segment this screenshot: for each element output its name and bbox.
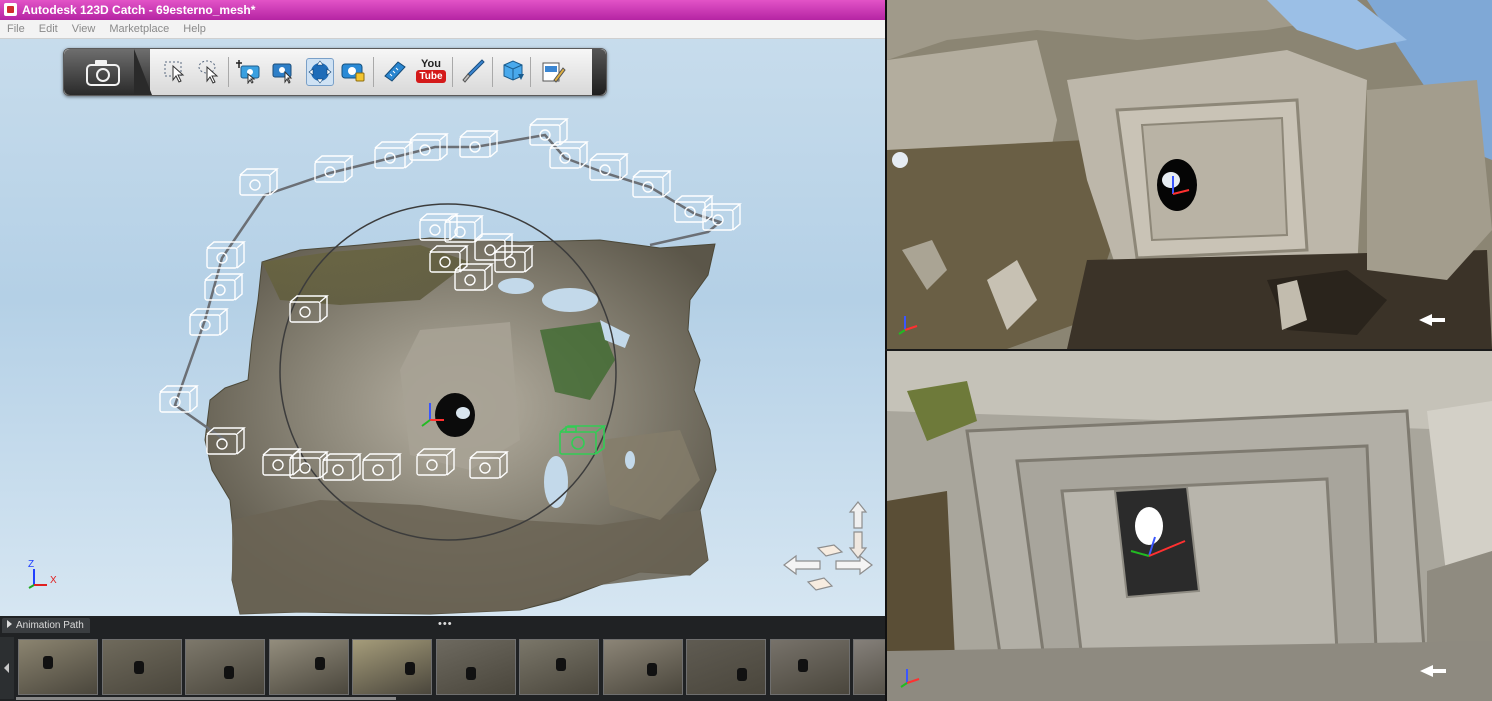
orbit-button[interactable] xyxy=(306,58,334,86)
export-button[interactable] xyxy=(500,58,526,84)
filmstrip-thumbnail[interactable] xyxy=(268,639,349,695)
brush-icon xyxy=(462,59,485,83)
cave-opening xyxy=(1135,507,1163,545)
capture-camera-button[interactable] xyxy=(64,49,152,95)
menu-bar: File Edit View Marketplace Help xyxy=(0,20,885,39)
camera-lock-icon xyxy=(341,63,365,82)
lasso-select-button[interactable] xyxy=(196,58,222,84)
thumbnail-cave xyxy=(43,656,53,669)
cave-render-top xyxy=(887,0,1492,349)
filmstrip xyxy=(16,637,885,699)
filmstrip-thumbnail[interactable] xyxy=(435,639,516,695)
filmstrip-thumbnail[interactable] xyxy=(18,639,98,695)
thumbnail-cave xyxy=(556,658,566,671)
camera-frame[interactable] xyxy=(589,153,629,181)
menu-marketplace[interactable]: Marketplace xyxy=(102,20,176,38)
youtube-icon: You Tube xyxy=(416,58,446,86)
toolbar-separator xyxy=(373,57,374,87)
reference-point-button[interactable] xyxy=(269,58,295,84)
filmstrip-thumbnail[interactable] xyxy=(769,639,850,695)
filmstrip-thumbnail[interactable] xyxy=(686,639,766,695)
document-edit-icon xyxy=(542,62,566,83)
menu-view[interactable]: View xyxy=(65,20,103,38)
camera-frame[interactable] xyxy=(702,203,742,231)
axis-x-label: X xyxy=(50,575,57,586)
select-button[interactable] xyxy=(163,58,189,84)
filmstrip-thumbnail[interactable] xyxy=(185,639,265,695)
toolbar-end-cap xyxy=(592,49,606,95)
nav-forward-arrow[interactable] xyxy=(816,544,844,557)
filmstrip-thumbnail[interactable] xyxy=(352,639,432,695)
select-icon xyxy=(164,61,185,83)
export-icon xyxy=(503,60,524,81)
toolbar-separator xyxy=(228,57,229,87)
3d-viewport[interactable]: Z X You Tube xyxy=(0,39,885,616)
render-view-top xyxy=(887,0,1492,349)
measure-icon xyxy=(384,61,406,82)
thumbnail-cave xyxy=(465,667,476,680)
brush-button[interactable] xyxy=(460,58,486,84)
main-toolbar: You Tube xyxy=(63,48,607,96)
menu-edit[interactable]: Edit xyxy=(32,20,65,38)
nav-down-arrow[interactable] xyxy=(848,531,868,559)
animation-path-label: Animation Path xyxy=(16,620,84,631)
render-view-bottom xyxy=(887,351,1492,701)
camera-frame[interactable] xyxy=(529,118,569,146)
nav-right-arrow[interactable] xyxy=(835,554,873,576)
orbit-icon xyxy=(308,60,332,84)
toolbar-separator xyxy=(492,57,493,87)
youtube-label-bottom: Tube xyxy=(416,70,446,83)
camera-frame[interactable] xyxy=(239,168,279,196)
camera-frame[interactable] xyxy=(206,241,246,269)
toolbar-separator xyxy=(452,57,453,87)
axis-z-label: Z xyxy=(28,559,34,570)
filmstrip-scroll-left-icon[interactable] xyxy=(0,637,14,699)
app-window: Autodesk 123D Catch - 69esterno_mesh* Fi… xyxy=(0,0,885,701)
filmstrip-thumbnail[interactable] xyxy=(519,639,599,695)
thumbnail-cave xyxy=(405,662,415,675)
expand-triangle-icon xyxy=(7,620,12,628)
window-title: Autodesk 123D Catch - 69esterno_mesh* xyxy=(22,3,256,17)
cave-render-closeup xyxy=(887,351,1492,701)
filmstrip-thumbnail[interactable] xyxy=(853,639,885,695)
youtube-label-top: You xyxy=(421,58,441,70)
animation-path-tab[interactable]: Animation Path xyxy=(2,618,90,633)
thumbnail-cave xyxy=(314,657,325,670)
filmstrip-scrollbar[interactable] xyxy=(16,697,396,700)
camera-icon xyxy=(86,60,120,86)
filmstrip-thumbnail[interactable] xyxy=(602,639,683,695)
menu-file[interactable]: File xyxy=(0,20,32,38)
navigation-arrows[interactable] xyxy=(783,501,873,591)
nav-up-arrow[interactable] xyxy=(848,501,868,529)
lasso-select-icon xyxy=(198,60,219,84)
camera-lock-button[interactable] xyxy=(340,58,366,84)
panel-resize-grip[interactable]: ••• xyxy=(438,618,453,630)
add-camera-icon xyxy=(236,60,260,85)
menu-help[interactable]: Help xyxy=(176,20,213,38)
thumbnail-cave xyxy=(646,663,657,676)
add-camera-button[interactable] xyxy=(236,58,262,85)
title-bar: Autodesk 123D Catch - 69esterno_mesh* xyxy=(0,0,885,20)
reference-point-icon xyxy=(272,63,293,84)
document-edit-button[interactable] xyxy=(540,58,566,84)
nav-left-arrow[interactable] xyxy=(783,554,821,576)
camera-frame[interactable] xyxy=(419,213,459,241)
filmstrip-thumbnail[interactable] xyxy=(101,639,182,695)
animation-panel: Animation Path ••• xyxy=(0,616,885,701)
nav-back-arrow[interactable] xyxy=(806,577,834,591)
thumbnail-cave xyxy=(133,661,144,674)
measure-button[interactable] xyxy=(382,58,408,84)
mesh-scene[interactable]: Z X xyxy=(0,39,885,616)
thumbnail-cave xyxy=(737,668,747,681)
axis-triad: Z X xyxy=(28,559,57,589)
thumbnail-cave xyxy=(224,666,234,679)
thumbnail-cave xyxy=(797,659,808,672)
youtube-button[interactable]: You Tube xyxy=(416,58,446,84)
camera-frame[interactable] xyxy=(189,308,229,336)
app-logo-icon xyxy=(4,3,17,16)
toolbar-separator xyxy=(530,57,531,87)
